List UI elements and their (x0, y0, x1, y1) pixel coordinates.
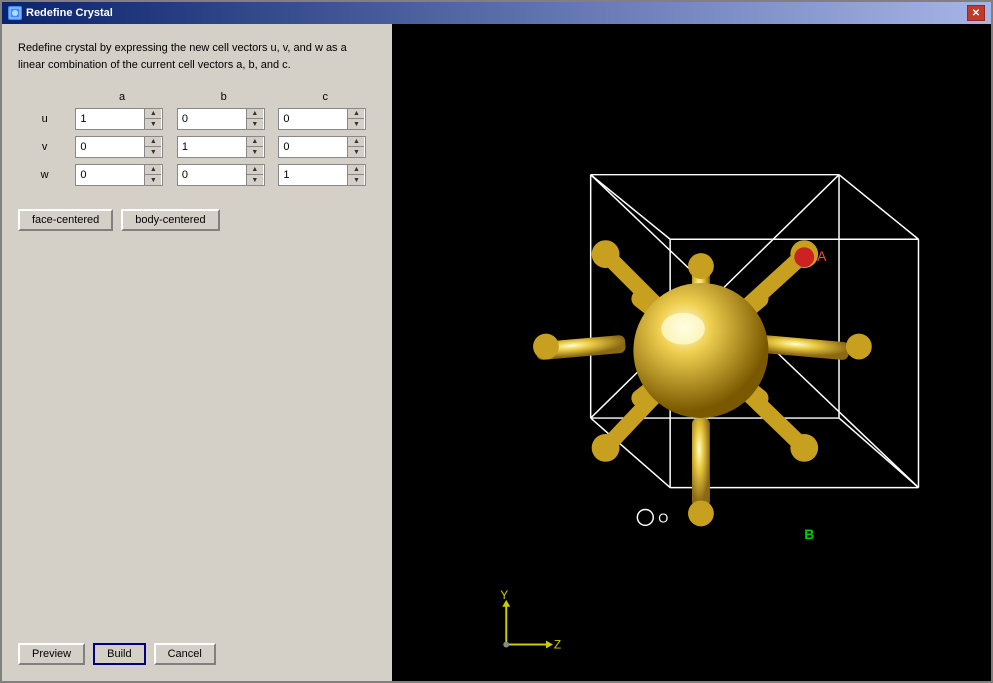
col-header-c: c (274, 89, 376, 105)
input-w-b[interactable] (178, 167, 246, 183)
table-row: u ▲ ▼ (18, 105, 376, 133)
build-button[interactable]: Build (93, 643, 145, 665)
spin-buttons-u-a: ▲ ▼ (144, 109, 161, 129)
table-row: w ▲ ▼ (18, 161, 376, 189)
spinner-w-a: ▲ ▼ (75, 164, 163, 186)
spin-up-v-a[interactable]: ▲ (145, 137, 161, 147)
title-bar-left: Redefine Crystal (8, 6, 113, 20)
title-bar: Redefine Crystal ✕ (2, 2, 991, 24)
spin-up-u-a[interactable]: ▲ (145, 109, 161, 119)
cancel-button[interactable]: Cancel (154, 643, 216, 665)
input-v-b[interactable] (178, 139, 246, 155)
action-buttons: Preview Build Cancel (18, 643, 376, 665)
spin-down-w-a[interactable]: ▼ (145, 175, 161, 185)
spin-up-v-b[interactable]: ▲ (247, 137, 263, 147)
matrix-table: a b c u ▲ ▼ (18, 89, 376, 189)
cell-v-b: ▲ ▼ (173, 133, 275, 161)
spin-down-u-a[interactable]: ▼ (145, 119, 161, 129)
input-w-a[interactable] (76, 167, 144, 183)
close-button[interactable]: ✕ (967, 5, 985, 21)
col-header-b: b (173, 89, 275, 105)
point-b-label: B (804, 526, 814, 542)
table-row: v ▲ ▼ (18, 133, 376, 161)
spin-buttons-v-c: ▲ ▼ (347, 137, 364, 157)
spin-up-u-b[interactable]: ▲ (247, 109, 263, 119)
col-header-a: a (71, 89, 173, 105)
spinner-w-b: ▲ ▼ (177, 164, 265, 186)
spin-up-w-b[interactable]: ▲ (247, 165, 263, 175)
app-icon (8, 6, 22, 20)
spin-up-w-a[interactable]: ▲ (145, 165, 161, 175)
cell-v-c: ▲ ▼ (274, 133, 376, 161)
svg-text:Y: Y (500, 588, 508, 602)
spin-buttons-v-a: ▲ ▼ (144, 137, 161, 157)
spin-buttons-u-c: ▲ ▼ (347, 109, 364, 129)
left-panel: Redefine crystal by expressing the new c… (2, 24, 392, 681)
row-label-w: w (18, 161, 71, 189)
spin-up-w-c[interactable]: ▲ (348, 165, 364, 175)
input-u-c[interactable] (279, 111, 347, 127)
spinner-v-a: ▲ ▼ (75, 136, 163, 158)
spin-down-w-b[interactable]: ▼ (247, 175, 263, 185)
spin-buttons-v-b: ▲ ▼ (246, 137, 263, 157)
spin-up-u-c[interactable]: ▲ (348, 109, 364, 119)
cell-u-b: ▲ ▼ (173, 105, 275, 133)
cell-w-b: ▲ ▼ (173, 161, 275, 189)
spinner-u-a: ▲ ▼ (75, 108, 163, 130)
description-text: Redefine crystal by expressing the new c… (18, 40, 376, 73)
spinner-w-c: ▲ ▼ (278, 164, 366, 186)
spin-buttons-w-c: ▲ ▼ (347, 165, 364, 185)
input-w-c[interactable] (279, 167, 347, 183)
spinner-u-c: ▲ ▼ (278, 108, 366, 130)
viewport-panel: A O B Y Z (392, 24, 991, 681)
input-u-a[interactable] (76, 111, 144, 127)
spin-down-v-b[interactable]: ▼ (247, 147, 263, 157)
svg-text:A: A (817, 248, 827, 264)
svg-text:Z: Z (554, 638, 561, 652)
input-v-c[interactable] (279, 139, 347, 155)
main-window: Redefine Crystal ✕ Redefine crystal by e… (0, 0, 993, 683)
spinner-u-b: ▲ ▼ (177, 108, 265, 130)
spin-buttons-u-b: ▲ ▼ (246, 109, 263, 129)
preview-button[interactable]: Preview (18, 643, 85, 665)
content-area: Redefine crystal by expressing the new c… (2, 24, 991, 681)
spinner-v-c: ▲ ▼ (278, 136, 366, 158)
title-controls: ✕ (967, 5, 985, 21)
cell-w-a: ▲ ▼ (71, 161, 173, 189)
cell-v-a: ▲ ▼ (71, 133, 173, 161)
row-label-v: v (18, 133, 71, 161)
row-label-u: u (18, 105, 71, 133)
cell-u-a: ▲ ▼ (71, 105, 173, 133)
cell-u-c: ▲ ▼ (274, 105, 376, 133)
cell-w-c: ▲ ▼ (274, 161, 376, 189)
spin-down-u-c[interactable]: ▼ (348, 119, 364, 129)
input-v-a[interactable] (76, 139, 144, 155)
face-centered-button[interactable]: face-centered (18, 209, 113, 231)
centering-buttons: face-centered body-centered (18, 209, 376, 231)
window-title: Redefine Crystal (26, 7, 113, 19)
origin-label: O (658, 510, 668, 525)
spin-buttons-w-a: ▲ ▼ (144, 165, 161, 185)
spin-buttons-w-b: ▲ ▼ (246, 165, 263, 185)
spin-up-v-c[interactable]: ▲ (348, 137, 364, 147)
spin-down-v-c[interactable]: ▼ (348, 147, 364, 157)
body-centered-button[interactable]: body-centered (121, 209, 219, 231)
crystal-viewport: A O B Y Z (392, 24, 991, 681)
spin-down-w-c[interactable]: ▼ (348, 175, 364, 185)
spin-down-u-b[interactable]: ▼ (247, 119, 263, 129)
spin-down-v-a[interactable]: ▼ (145, 147, 161, 157)
spinner-v-b: ▲ ▼ (177, 136, 265, 158)
input-u-b[interactable] (178, 111, 246, 127)
